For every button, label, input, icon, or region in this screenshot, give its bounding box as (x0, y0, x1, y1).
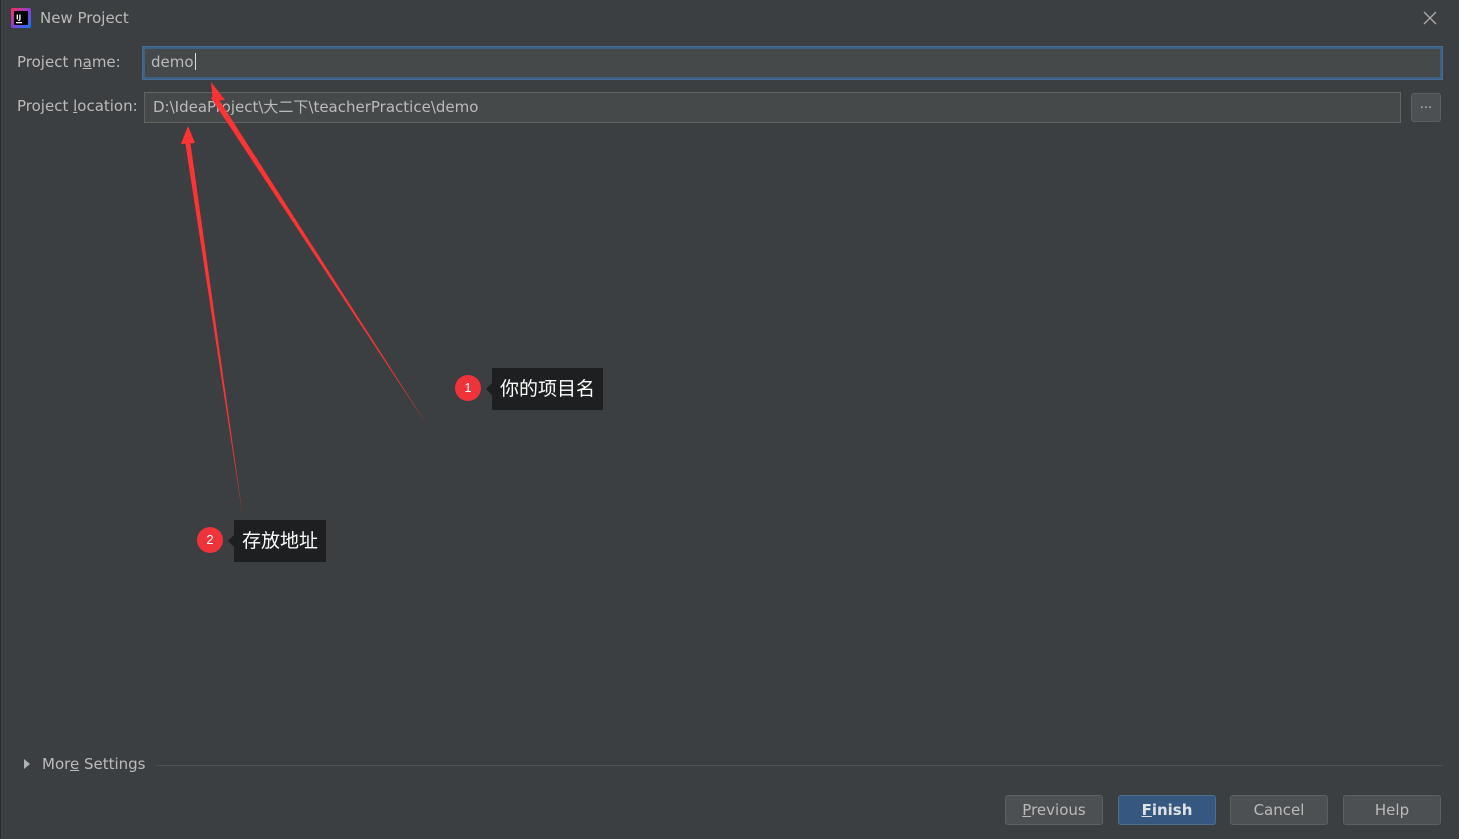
more-settings-separator (156, 765, 1443, 766)
browse-button[interactable]: ... (1411, 93, 1441, 122)
title-bar: IJ New Project (1, 0, 1459, 36)
project-name-label: Project name: (17, 53, 121, 71)
annotation-arrows (181, 82, 427, 518)
arrow-2-head (181, 126, 195, 144)
arrow-1 (211, 95, 427, 425)
arrow-2 (185, 140, 243, 518)
previous-button[interactable]: Previous (1005, 795, 1103, 825)
finish-button[interactable]: Finish (1118, 795, 1216, 825)
annotation-badge-2: 2 (197, 527, 223, 553)
project-location-input[interactable]: D:\IdeaProject\大二下\teacherPractice\demo (144, 92, 1401, 123)
annotation-badge-1: 1 (455, 375, 481, 401)
project-name-value: demo (151, 53, 194, 71)
help-button[interactable]: Help (1343, 795, 1441, 825)
project-location-label: Project location: (17, 97, 138, 115)
project-name-input[interactable]: demo (143, 47, 1442, 79)
new-project-dialog: IJ New Project Project name: demo Projec… (0, 0, 1459, 839)
project-location-value: D:\IdeaProject\大二下\teacherPractice\demo (153, 98, 479, 116)
close-icon[interactable] (1419, 7, 1441, 29)
svg-text:IJ: IJ (16, 14, 21, 22)
text-caret (194, 53, 196, 70)
more-settings-label: More Settings (42, 755, 146, 773)
cancel-button[interactable]: Cancel (1230, 795, 1328, 825)
dialog-title: New Project (40, 9, 129, 27)
expand-triangle-icon (24, 759, 30, 769)
annotation-note-2: 存放地址 (227, 520, 327, 562)
annotation-note-1: 你的项目名 (485, 368, 604, 410)
intellij-idea-icon: IJ (11, 8, 31, 28)
